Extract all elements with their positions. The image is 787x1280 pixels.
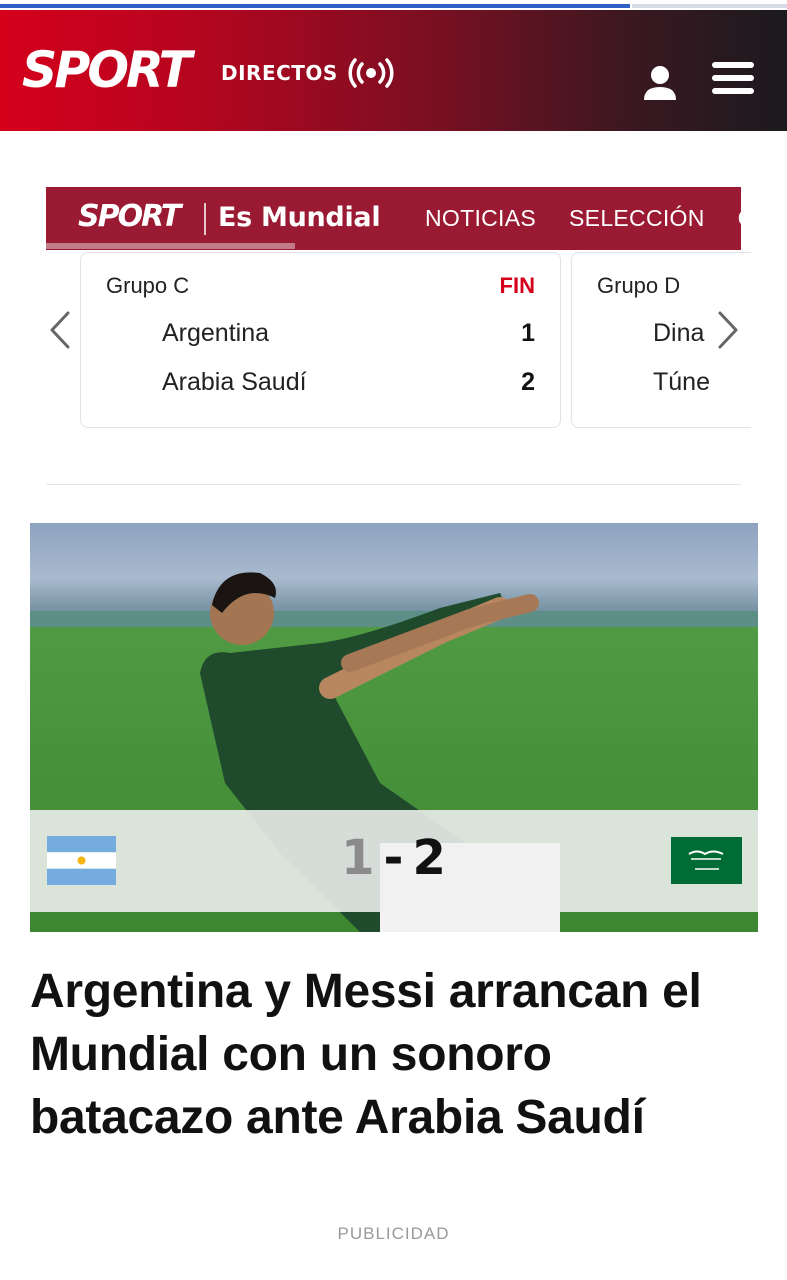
- nav-calendario[interactable]: CA: [738, 205, 741, 232]
- article-headline[interactable]: Argentina y Messi arrancan el Mundial co…: [30, 960, 760, 1149]
- chevron-right-icon[interactable]: [712, 310, 742, 350]
- nav-noticias[interactable]: NOTICIAS: [425, 205, 536, 232]
- scores-carousel: Grupo C FIN Argentina 1 Arabia Saudí 2 G…: [46, 250, 751, 428]
- logo-divider: [204, 203, 206, 235]
- home-team: Dina: [653, 319, 705, 347]
- mundial-nav: NOTICIAS SELECCIÓN CA: [425, 205, 741, 232]
- hero-away-score: 2: [412, 830, 447, 886]
- nav-scroll-indicator: [46, 243, 295, 249]
- away-team: Arabia Saudí: [162, 368, 307, 396]
- user-icon[interactable]: [642, 62, 678, 102]
- away-score: 2: [521, 368, 535, 396]
- section-divider: [46, 484, 741, 485]
- nav-seleccion[interactable]: SELECCIÓN: [569, 205, 705, 232]
- match-score: 1-2: [30, 830, 758, 886]
- ad-label: PUBLICIDAD: [337, 1224, 450, 1243]
- home-team: Argentina: [162, 319, 270, 347]
- progress-fill: [0, 4, 630, 8]
- saudi-arabia-flag-icon: [671, 837, 742, 884]
- broadcast-icon: [348, 58, 394, 88]
- sport-logo[interactable]: SPORT: [22, 42, 192, 98]
- sport-mundial-logo[interactable]: SPORT: [78, 199, 181, 234]
- match-card[interactable]: Grupo C FIN Argentina 1 Arabia Saudí 2: [80, 252, 561, 428]
- home-score: 1: [521, 319, 535, 347]
- chevron-left-icon[interactable]: [46, 310, 76, 350]
- hamburger-menu-icon[interactable]: [712, 62, 754, 98]
- directos-link[interactable]: DIRECTOS: [221, 58, 394, 88]
- article-hero-image[interactable]: 1-2: [30, 523, 758, 932]
- directos-label: DIRECTOS: [221, 61, 338, 85]
- match-status: FIN: [499, 273, 535, 298]
- match-group: Grupo D: [597, 273, 681, 298]
- hero-home-score: 1: [341, 830, 376, 886]
- reading-progress: [0, 0, 787, 10]
- score-banner: 1-2: [30, 810, 758, 912]
- mundial-section-bar: SPORT Es Mundial NOTICIAS SELECCIÓN CA: [46, 187, 741, 250]
- match-group: Grupo C: [106, 273, 190, 298]
- progress-remaining: [632, 4, 787, 8]
- es-mundial-title[interactable]: Es Mundial: [218, 202, 381, 233]
- hero-score-separator: -: [383, 830, 405, 886]
- away-team: Túne: [653, 368, 710, 396]
- site-header: SPORT DIRECTOS: [0, 10, 787, 131]
